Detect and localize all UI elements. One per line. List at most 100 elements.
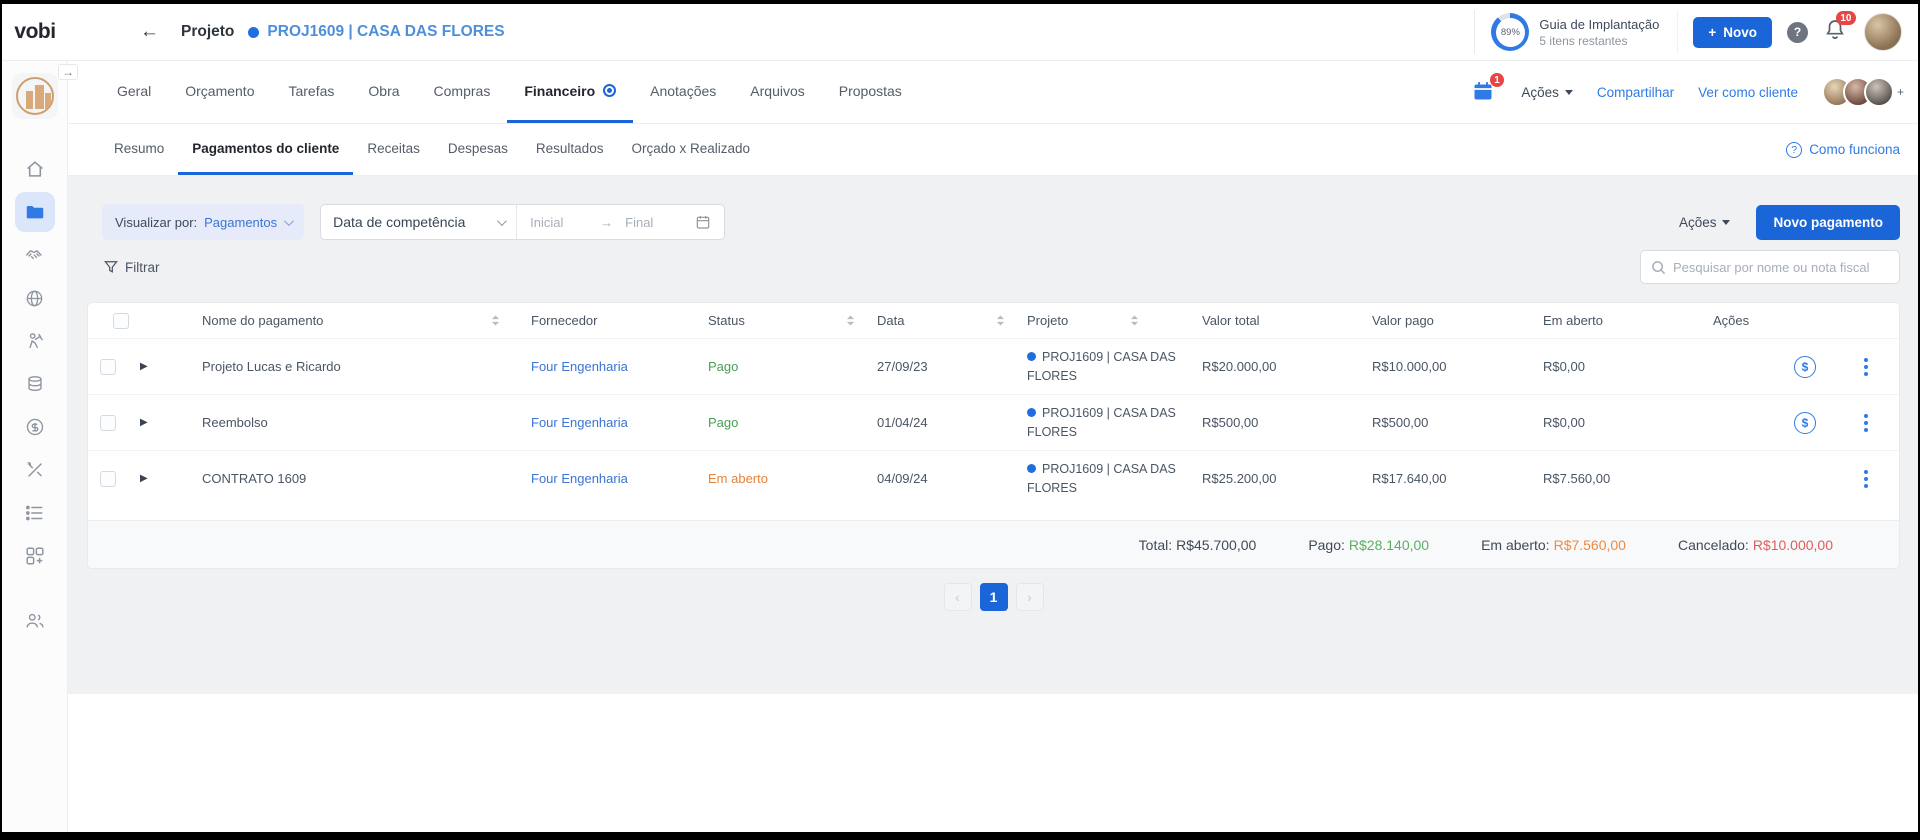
subtab-pagamentos-do-cliente[interactable]: Pagamentos do cliente xyxy=(178,124,353,175)
subtab-orcado-x-realizado[interactable]: Orçado x Realizado xyxy=(617,124,764,175)
date-start-input[interactable] xyxy=(530,215,588,230)
payment-name[interactable]: CONTRATO 1609 xyxy=(166,471,508,486)
supplier-link[interactable]: Four Engenharia xyxy=(508,415,693,430)
next-page-button[interactable]: › xyxy=(1016,583,1044,611)
status-badge: Pago xyxy=(693,359,863,374)
implementation-guide-widget[interactable]: 89% Guia de Implantação 5 itens restante… xyxy=(1474,10,1678,54)
user-avatar[interactable] xyxy=(1864,13,1902,51)
row-menu-icon[interactable] xyxy=(1861,355,1871,379)
row-checkbox[interactable] xyxy=(100,471,116,487)
team-users-icon[interactable] xyxy=(15,601,55,641)
calendar-icon[interactable] xyxy=(695,214,711,230)
row-menu-icon[interactable] xyxy=(1861,411,1871,435)
current-page-button[interactable]: 1 xyxy=(980,583,1008,611)
apps-grid-plus-icon[interactable] xyxy=(15,536,55,576)
project-cell[interactable]: PROJ1609 | CASA DAS FLORES xyxy=(1027,348,1177,384)
subtab-resultados[interactable]: Resultados xyxy=(522,124,618,175)
register-payment-icon[interactable]: $ xyxy=(1794,356,1816,378)
sort-icon[interactable] xyxy=(491,314,500,327)
globe-icon[interactable] xyxy=(15,278,55,318)
share-button[interactable]: Compartilhar xyxy=(1597,85,1674,100)
chevron-down-icon xyxy=(497,216,507,226)
sort-icon[interactable] xyxy=(996,314,1005,327)
paid-value: R$10.000,00 xyxy=(1358,359,1533,374)
subtab-receitas[interactable]: Receitas xyxy=(353,124,434,175)
dollar-coin-icon[interactable] xyxy=(15,407,55,447)
tab-tarefas[interactable]: Tarefas xyxy=(271,61,351,123)
tab-obra[interactable]: Obra xyxy=(351,61,416,123)
expand-row-icon[interactable]: ▶ xyxy=(128,473,166,484)
projects-folder-icon[interactable] xyxy=(15,192,55,232)
project-members-avatars[interactable]: + xyxy=(1822,77,1904,107)
register-payment-icon[interactable]: $ xyxy=(1794,412,1816,434)
new-button[interactable]: + Novo xyxy=(1693,17,1772,48)
how-it-works-link[interactable]: ? Como funciona xyxy=(1786,124,1900,175)
sidebar-expand-icon[interactable]: → xyxy=(58,64,78,80)
financeiro-subtab-bar: Resumo Pagamentos do cliente Receitas De… xyxy=(68,124,1918,176)
project-actions-menu[interactable]: Ações xyxy=(1521,85,1573,100)
open-value: R$7.560,00 xyxy=(1533,471,1698,486)
add-member-icon[interactable]: + xyxy=(1897,85,1904,99)
project-cell[interactable]: PROJ1609 | CASA DAS FLORES xyxy=(1027,460,1177,496)
date-type-select[interactable]: Data de competência xyxy=(321,205,516,239)
notifications-icon[interactable]: 10 xyxy=(1823,17,1849,47)
project-actions-label: Ações xyxy=(1521,85,1559,100)
date-end-input[interactable] xyxy=(625,215,683,230)
supplier-link[interactable]: Four Engenharia xyxy=(508,471,693,486)
open-value: R$7.560,00 xyxy=(1554,537,1626,553)
tab-anotacoes[interactable]: Anotações xyxy=(633,61,733,123)
tools-icon[interactable] xyxy=(15,450,55,490)
project-tab-bar: Geral Orçamento Tarefas Obra Compras Fin… xyxy=(68,61,1918,124)
col-projeto[interactable]: Projeto xyxy=(1013,313,1188,328)
tab-financeiro[interactable]: Financeiro xyxy=(507,61,633,123)
total-label: Total: xyxy=(1139,537,1172,553)
construction-worker-icon[interactable] xyxy=(15,321,55,361)
handshake-icon[interactable] xyxy=(15,235,55,275)
search-input[interactable] xyxy=(1673,260,1889,275)
sort-icon[interactable] xyxy=(1130,314,1139,327)
funnel-icon xyxy=(104,260,118,274)
view-as-client-button[interactable]: Ver como cliente xyxy=(1698,85,1798,100)
filter-toggle[interactable]: Filtrar xyxy=(104,260,160,275)
col-fornecedor[interactable]: Fornecedor xyxy=(508,313,693,328)
subtab-resumo[interactable]: Resumo xyxy=(100,124,178,175)
expand-row-icon[interactable]: ▶ xyxy=(128,361,166,372)
tab-compras[interactable]: Compras xyxy=(417,61,508,123)
vobi-logo[interactable]: vobi xyxy=(2,20,68,44)
tab-geral[interactable]: Geral xyxy=(100,61,168,123)
supplier-link[interactable]: Four Engenharia xyxy=(508,359,693,374)
project-color-dot xyxy=(1027,352,1036,361)
tab-orcamento[interactable]: Orçamento xyxy=(168,61,271,123)
company-logo-icon xyxy=(16,77,54,115)
tab-arquivos[interactable]: Arquivos xyxy=(733,61,821,123)
help-icon[interactable]: ? xyxy=(1787,22,1808,43)
company-logo[interactable] xyxy=(12,73,58,119)
home-icon[interactable] xyxy=(15,149,55,189)
expand-row-icon[interactable]: ▶ xyxy=(128,417,166,428)
col-status[interactable]: Status xyxy=(693,313,863,328)
row-menu-icon[interactable] xyxy=(1861,467,1871,491)
sort-icon[interactable] xyxy=(846,314,855,327)
search-box[interactable] xyxy=(1640,250,1900,284)
back-icon[interactable]: ← xyxy=(140,21,159,43)
prev-page-button[interactable]: ‹ xyxy=(944,583,972,611)
list-actions-menu[interactable]: Ações xyxy=(1679,215,1731,230)
open-value: R$0,00 xyxy=(1533,359,1698,374)
payment-name[interactable]: Reembolso xyxy=(166,415,508,430)
project-cell[interactable]: PROJ1609 | CASA DAS FLORES xyxy=(1027,404,1177,440)
tab-propostas[interactable]: Propostas xyxy=(822,61,919,123)
new-payment-button[interactable]: Novo pagamento xyxy=(1756,205,1900,240)
list-icon[interactable] xyxy=(15,493,55,533)
col-valor-pago: Valor pago xyxy=(1358,313,1533,328)
calendar-icon[interactable]: 1 xyxy=(1471,79,1497,105)
select-all-checkbox[interactable] xyxy=(113,313,129,329)
project-name-link[interactable]: PROJ1609 | CASA DAS FLORES xyxy=(267,23,504,41)
payment-name[interactable]: Projeto Lucas e Ricardo xyxy=(166,359,508,374)
col-nome-do-pagamento[interactable]: Nome do pagamento xyxy=(166,313,508,328)
view-by-select[interactable]: Visualizar por: Pagamentos xyxy=(102,204,304,240)
coins-stack-icon[interactable] xyxy=(15,364,55,404)
subtab-despesas[interactable]: Despesas xyxy=(434,124,522,175)
col-data[interactable]: Data xyxy=(863,313,1013,328)
row-checkbox[interactable] xyxy=(100,359,116,375)
row-checkbox[interactable] xyxy=(100,415,116,431)
